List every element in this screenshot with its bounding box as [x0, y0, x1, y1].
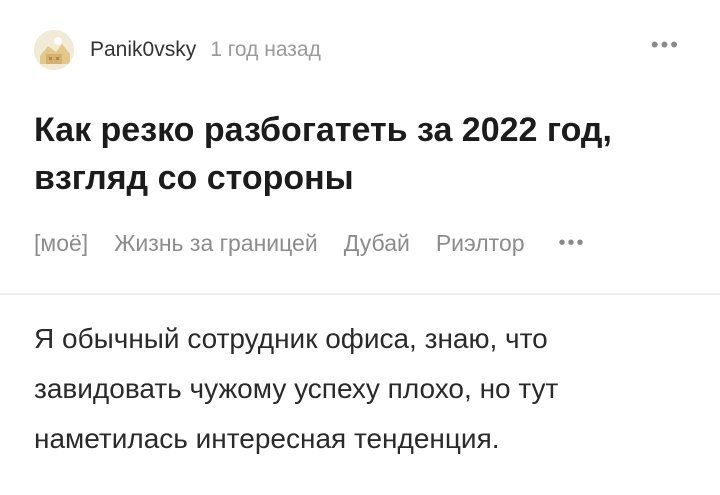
- tag-dubai[interactable]: Дубай: [344, 230, 410, 257]
- tag-realtor[interactable]: Риэлтор: [436, 230, 525, 257]
- avatar[interactable]: [34, 30, 74, 70]
- more-options-icon[interactable]: •••: [651, 34, 680, 56]
- post-title[interactable]: Как резко разбогатеть за 2022 год, взгля…: [34, 106, 674, 202]
- divider: [0, 293, 720, 295]
- post-timestamp: 1 год назад: [210, 38, 321, 61]
- tag-life-abroad[interactable]: Жизнь за границей: [114, 230, 318, 257]
- tag-list: [моё] Жизнь за границей Дубай Риэлтор ••…: [34, 230, 680, 257]
- post-body-text: Я обычный сотрудник офиса, знаю, что зав…: [34, 323, 559, 454]
- post-header: Panik0vsky 1 год назад •••: [34, 28, 680, 72]
- post-card: Panik0vsky 1 год назад ••• Как резко раз…: [0, 0, 720, 495]
- more-tags-icon[interactable]: •••: [559, 232, 586, 255]
- avatar-image: [34, 30, 74, 70]
- author-name[interactable]: Panik0vsky: [90, 38, 196, 62]
- tag-moe[interactable]: [моё]: [34, 230, 88, 257]
